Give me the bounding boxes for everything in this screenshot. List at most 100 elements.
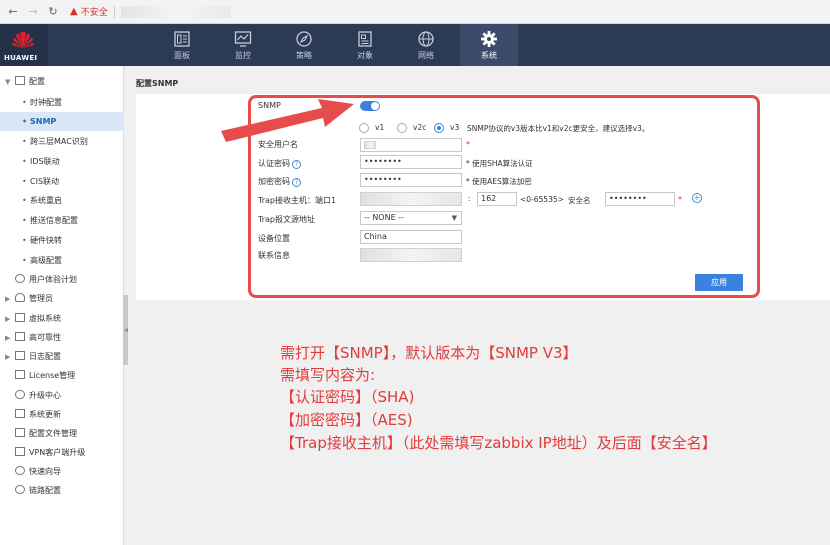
nav-policy[interactable]: 策略 bbox=[275, 24, 333, 66]
dashboard-icon bbox=[174, 31, 190, 47]
sidebar-item-wizard[interactable]: 快速向导 bbox=[0, 462, 124, 481]
compass-icon bbox=[296, 31, 312, 47]
sidebar-item-label: License管理 bbox=[29, 371, 76, 380]
sidebar-item-update[interactable]: 系统更新 bbox=[0, 405, 124, 424]
chevron-right-icon: ▶ bbox=[5, 315, 11, 323]
sidebar: ▼配置 时钟配置 SNMP 跨三层MAC识别 IDS联动 CIS联动 系统重启 … bbox=[0, 66, 124, 545]
user-icon bbox=[15, 293, 25, 302]
sidebar-item-vsys[interactable]: ▶ 虚拟系统 bbox=[0, 309, 124, 328]
gear-icon bbox=[481, 31, 497, 47]
sidebar-item-label: IDS联动 bbox=[30, 157, 60, 166]
file-icon bbox=[15, 428, 25, 437]
annotation-line: 【认证密码】（SHA) bbox=[280, 388, 415, 406]
sidebar-item-label: 跨三层MAC识别 bbox=[30, 137, 88, 146]
sidebar-item-ha[interactable]: ▶ 高可靠性 bbox=[0, 328, 124, 347]
nav-label: 面板 bbox=[174, 51, 190, 60]
object-icon bbox=[358, 31, 372, 47]
sidebar-item-label: CIS联动 bbox=[30, 177, 60, 186]
address-bar[interactable] bbox=[120, 5, 231, 18]
annotation-line: 需打开【SNMP】，默认版本为【SNMP V3】 bbox=[280, 344, 578, 362]
forward-icon[interactable]: → bbox=[26, 5, 40, 19]
sidebar-item-mac[interactable]: 跨三层MAC识别 bbox=[0, 132, 124, 151]
ha-icon bbox=[15, 332, 25, 341]
link-icon bbox=[15, 485, 25, 494]
nav-monitor[interactable]: 监控 bbox=[214, 24, 272, 66]
sidebar-item-label: 链路配置 bbox=[29, 486, 61, 495]
sidebar-item-link[interactable]: 链路配置 bbox=[0, 481, 124, 500]
nav-label: 策略 bbox=[296, 51, 312, 60]
sidebar-item-label: 用户体验计划 bbox=[29, 275, 77, 284]
sidebar-item-label: 高级配置 bbox=[30, 256, 62, 265]
sidebar-item-ux[interactable]: 用户体验计划 bbox=[0, 270, 124, 289]
nav-network[interactable]: 网络 bbox=[397, 24, 455, 66]
nav-dashboard[interactable]: 面板 bbox=[153, 24, 211, 66]
nav-object[interactable]: 对象 bbox=[336, 24, 394, 66]
sidebar-item-label: VPN客户端升级 bbox=[29, 448, 86, 457]
warning-icon: ▲ bbox=[70, 6, 78, 17]
vpn-icon bbox=[15, 447, 25, 456]
reload-icon[interactable]: ↻ bbox=[46, 5, 60, 19]
wizard-icon bbox=[15, 466, 25, 475]
sidebar-item-upgrade[interactable]: 升级中心 bbox=[0, 386, 124, 405]
sidebar-item-label: 时钟配置 bbox=[30, 98, 62, 107]
update-icon bbox=[15, 409, 25, 418]
monitor-icon bbox=[234, 31, 252, 47]
huawei-logo: HUAWEI bbox=[0, 24, 48, 66]
sidebar-item-reboot[interactable]: 系统重启 bbox=[0, 191, 124, 210]
annotation-highlight-box bbox=[248, 95, 760, 298]
sidebar-item-ids[interactable]: IDS联动 bbox=[0, 152, 124, 171]
insecure-label: 不安全 bbox=[80, 8, 108, 18]
url-separator bbox=[113, 5, 115, 18]
sidebar-item-hwfast[interactable]: 硬件快转 bbox=[0, 231, 124, 250]
nav-label: 监控 bbox=[235, 51, 251, 60]
annotation-line: 【加密密码】（AES) bbox=[280, 411, 413, 429]
sidebar-item-advanced[interactable]: 高级配置 bbox=[0, 251, 124, 270]
sidebar-item-license[interactable]: License管理 bbox=[0, 366, 124, 385]
license-icon bbox=[15, 370, 25, 379]
sidebar-item-clock[interactable]: 时钟配置 bbox=[0, 93, 124, 112]
sidebar-item-label: 配置 bbox=[29, 77, 45, 86]
sidebar-item-label: 日志配置 bbox=[29, 352, 61, 361]
brand-name: HUAWEI bbox=[4, 54, 38, 62]
sidebar-item-label: 硬件快转 bbox=[30, 236, 62, 245]
chevron-right-icon: ▶ bbox=[5, 295, 11, 303]
log-icon bbox=[15, 351, 25, 360]
globe-icon bbox=[418, 31, 434, 47]
sidebar-item-label: SNMP bbox=[30, 117, 57, 126]
sidebar-group-config[interactable]: ▼ 配置 bbox=[0, 72, 124, 91]
sidebar-item-vpn[interactable]: VPN客户端升级 bbox=[0, 443, 124, 462]
back-icon[interactable]: ← bbox=[6, 5, 20, 19]
nav-label: 网络 bbox=[418, 51, 434, 60]
cloud-icon bbox=[15, 390, 25, 399]
sidebar-item-label: 推送信息配置 bbox=[30, 216, 78, 225]
sidebar-item-label: 系统更新 bbox=[29, 410, 61, 419]
sidebar-item-label: 升级中心 bbox=[29, 391, 61, 400]
sidebar-item-configfile[interactable]: 配置文件管理 bbox=[0, 424, 124, 443]
huawei-flower-icon bbox=[12, 31, 34, 48]
nav-label: 对象 bbox=[357, 51, 373, 60]
sidebar-item-label: 高可靠性 bbox=[29, 333, 61, 342]
sidebar-item-label: 快速向导 bbox=[29, 467, 61, 476]
nav-system[interactable]: 系统 bbox=[460, 24, 518, 66]
chevron-right-icon: ▶ bbox=[5, 353, 11, 361]
sidebar-item-label: 系统重启 bbox=[30, 196, 62, 205]
config-icon bbox=[15, 76, 25, 85]
chevron-down-icon: ▼ bbox=[5, 78, 11, 86]
browser-toolbar: ← → ↻ ▲ 不安全 bbox=[0, 0, 830, 24]
sidebar-item-cis[interactable]: CIS联动 bbox=[0, 172, 124, 191]
sidebar-item-admin[interactable]: ▶ 管理员 bbox=[0, 289, 124, 308]
sidebar-item-label: 配置文件管理 bbox=[29, 429, 77, 438]
nav-label: 系统 bbox=[481, 51, 497, 60]
sidebar-item-snmp[interactable]: SNMP bbox=[0, 112, 124, 131]
sidebar-item-push[interactable]: 推送信息配置 bbox=[0, 211, 124, 230]
chevron-right-icon: ▶ bbox=[5, 334, 11, 342]
annotation-line: 【Trap接收主机】（此处需填写zabbix IP地址）及后面【安全名】 bbox=[280, 434, 717, 452]
sidebar-item-log[interactable]: ▶ 日志配置 bbox=[0, 347, 124, 366]
ux-icon bbox=[15, 274, 25, 283]
vsys-icon bbox=[15, 313, 25, 322]
sidebar-item-label: 管理员 bbox=[29, 294, 53, 303]
top-navigation: HUAWEI 面板 监控 策略 对象 网络 系统 bbox=[0, 24, 830, 66]
annotation-line: 需填写内容为: bbox=[280, 366, 376, 384]
sidebar-item-label: 虚拟系统 bbox=[29, 314, 61, 323]
page-title: 配置SNMP bbox=[136, 79, 179, 88]
